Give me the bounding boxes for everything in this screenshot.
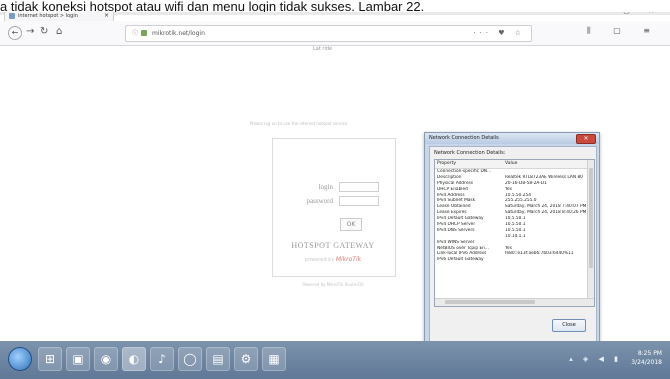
tab-favicon-icon <box>9 13 15 19</box>
image-icon[interactable]: ▦ <box>262 347 286 371</box>
dialog-heading: Network Connection Details: <box>434 150 506 156</box>
word-icon[interactable]: ▤ <box>206 347 230 371</box>
url-text[interactable]: mikrotik.net/login <box>152 26 205 41</box>
taskbar: ⊞ ▣ ◉ ◐ ♪ ◯ ▤ ⚙ ▦ ▴ ◈ ◀ ▮ 8:25 PM 3/24/2018 <box>0 341 670 379</box>
property-cell: IPv6 Default Gateway <box>437 257 484 263</box>
login-row: login <box>273 181 395 193</box>
library-icon[interactable]: ⫼ ▢ ≡ <box>587 26 660 36</box>
scrollbar-thumb[interactable] <box>445 300 535 304</box>
explorer-icon[interactable]: ⊞ <box>38 347 62 371</box>
back-button[interactable]: ← <box>8 26 22 40</box>
close-button[interactable]: Close <box>552 319 586 332</box>
column-header-value[interactable]: Value <box>505 160 587 168</box>
password-label: password <box>306 197 333 205</box>
scrollbar-thumb[interactable] <box>589 168 593 268</box>
home-icon[interactable]: ⌂ <box>56 26 62 38</box>
folder-icon[interactable]: ▣ <box>66 347 90 371</box>
column-header-property[interactable]: Property <box>437 160 499 168</box>
password-input[interactable] <box>339 196 379 206</box>
network-details-dialog: Network Connection Details ✕ Network Con… <box>424 132 600 346</box>
mikrotik-logo: MikroTik <box>335 256 362 263</box>
clock-time: 8:25 PM <box>637 350 662 357</box>
reload-icon[interactable]: ↻ <box>40 26 48 38</box>
clock[interactable]: 8:25 PM 3/24/2018 <box>631 349 662 367</box>
browser-window: internet hotspot > login × — ▢ ✕ ← → ↻ ⌂… <box>0 3 670 346</box>
site-security-icon <box>141 30 147 36</box>
page-content: Lat ride Please log on to use the intern… <box>0 46 670 346</box>
ok-button[interactable]: OK <box>340 218 362 231</box>
forward-icon[interactable]: → <box>26 26 34 38</box>
clock-date: 3/24/2018 <box>631 359 662 366</box>
dialog-title: Network Connection Details <box>429 135 499 141</box>
footer-note: Powered by MikroTik RouterOS <box>302 282 364 287</box>
start-button[interactable] <box>8 347 32 371</box>
powered-prefix: powered by <box>304 257 335 263</box>
login-instruction: Please log on to use the internet hotspo… <box>250 121 348 126</box>
media-icon[interactable]: ◉ <box>94 347 118 371</box>
login-input[interactable] <box>339 182 379 192</box>
settings-icon[interactable]: ⚙ <box>234 347 258 371</box>
music-icon[interactable]: ♪ <box>150 347 174 371</box>
table-body: Connection-specific DN... Description Real… <box>435 169 587 263</box>
dialog-titlebar: Network Connection Details ✕ <box>425 133 599 144</box>
browser-toolbar: ← → ↻ ⌂ ⓘ mikrotik.net/login ··· ♥ ☆ ⫼ ▢… <box>0 21 670 46</box>
page-actions-icon[interactable]: ··· ♥ ☆ <box>473 26 525 41</box>
dialog-close-icon[interactable]: ✕ <box>576 134 596 144</box>
vertical-scrollbar[interactable] <box>587 160 594 298</box>
address-bar[interactable]: ⓘ mikrotik.net/login ··· ♥ ☆ <box>125 25 532 42</box>
details-table: Property Value Connection-specific DN...… <box>434 159 595 307</box>
document-caption: a tidak koneksi hotspot atau wifi dan me… <box>0 0 670 12</box>
hotspot-gateway-title: HOTSPOT GATEWAY <box>291 241 375 250</box>
password-row: password <box>273 195 395 207</box>
table-header: Property Value <box>435 160 587 169</box>
info-icon[interactable]: ⓘ <box>132 26 138 41</box>
horizontal-scrollbar[interactable] <box>435 298 594 306</box>
language-link[interactable]: Lat ride <box>313 46 332 52</box>
tray-icons[interactable]: ▴ ◈ ◀ ▮ <box>569 355 622 363</box>
powered-by: powered by MikroTik <box>272 256 394 263</box>
browser-icon[interactable]: ◯ <box>178 347 202 371</box>
dialog-body: Network Connection Details: Property Val… <box>429 146 597 343</box>
login-label: login <box>318 183 333 191</box>
firefox-icon[interactable]: ◐ <box>122 347 146 371</box>
table-row[interactable]: IPv6 Default Gateway <box>435 257 587 263</box>
